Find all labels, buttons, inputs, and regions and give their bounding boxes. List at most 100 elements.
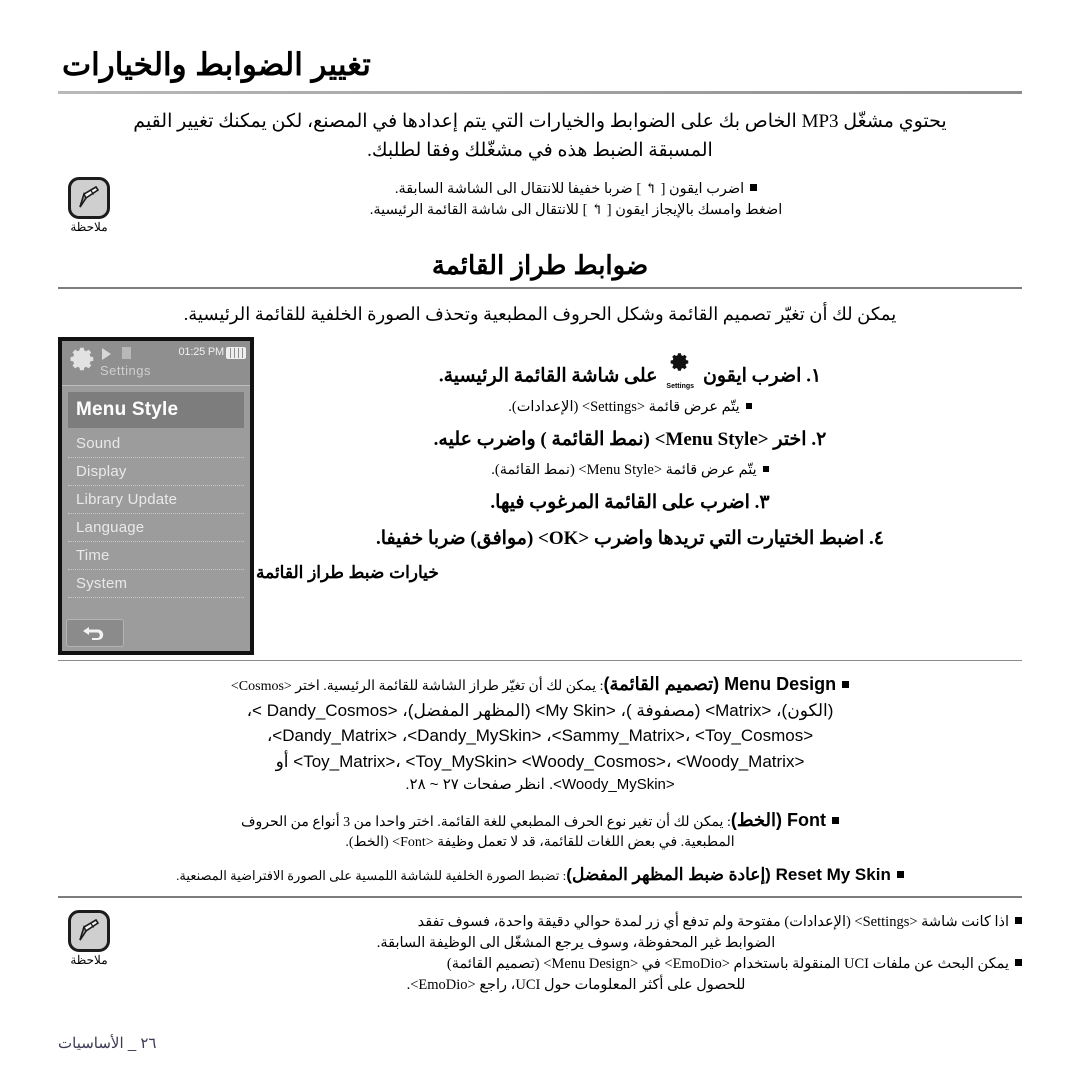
step-2-number: ٢. (811, 428, 827, 450)
section-heading-menu-style: ضوابط طراز القائمة (431, 250, 649, 281)
manual-page: تغيير الضوابط والخيارات يحتوي مشغّل MP3 … (0, 0, 1080, 1080)
note-pencil-icon (68, 910, 110, 952)
step-2-text: اختر <Menu Style> (نمط القائمة ) واضرب ع… (433, 428, 807, 450)
note-bottom-badge-label: ملاحظة (70, 953, 108, 967)
footer-separator: _ (127, 1035, 137, 1052)
note-bottom-lines: اذا كانت شاشة <Settings> (الإعدادات) مفت… (130, 908, 1022, 996)
bullet-icon (1015, 959, 1022, 967)
option-reset-my-skin-desc: : تضبط الصورة الخلفية للشاشة اللمسية على… (176, 868, 567, 884)
step-3-text: اضرب على القائمة المرغوب فيها. (490, 491, 750, 513)
step-2-substep-text: يتّم عرض قائمة <Menu Style> (نمط القائمة… (491, 461, 757, 478)
device-menu-item-time[interactable]: Time (68, 542, 244, 571)
steps-and-screenshot: ١. اضرب ايقون Settings على شاشة القائمة … (58, 335, 1022, 656)
note-bottom-line-3-text: يمكن البحث عن ملفات UCI المنقولة باستخدا… (446, 956, 1009, 973)
option-font-desc-2: المطبعية. في بعض اللغات للقائمة، قد لا ت… (345, 835, 735, 851)
step-1-number: ١. (806, 366, 822, 388)
device-status-bar: 01:25 PM Settings (62, 341, 250, 387)
note-bottom-line-1-text: اذا كانت شاشة <Settings> (الإعدادات) مفت… (417, 914, 1009, 930)
note-bottom-badge: ملاحظة (58, 908, 120, 967)
device-menu-item-system[interactable]: System (68, 570, 244, 599)
options-divider (58, 660, 1022, 662)
options-heading: خيارات ضبط طراز القائمة (256, 563, 439, 583)
step-3: ٣. اضرب على القائمة المرغوب فيها. (254, 490, 1006, 517)
bottom-divider (58, 896, 1022, 898)
menu-design-theme-line-3: <Toy_Matrix>، <Toy_MySkin> <Woody_Cosmos… (275, 751, 805, 771)
step-4: ٤. اضبط الختيارت التي تريدها واضرب <OK> … (254, 526, 1006, 553)
pencil-glyph (79, 918, 100, 941)
page-footer: ٢٦ _ الأساسيات (58, 1034, 156, 1052)
intro-line-2: المسبقة الضبط هذه في مشغّلك وفقا لطلبك. (367, 139, 713, 161)
bullet-icon (832, 816, 840, 824)
note-bottom-line-3: يمكن البحث عن ملفات UCI المنقولة باستخدا… (130, 954, 1022, 975)
step-4-number: ٤. (869, 528, 884, 550)
bullet-icon (1015, 917, 1022, 924)
note-top-badge: ملاحظة (58, 175, 120, 234)
menu-design-theme-line-1: (الكون)، <Matrix> (مصفوفة )، <My Skin> (… (246, 700, 834, 720)
step-3-number: ٣. (754, 491, 770, 513)
gear-glyph (670, 353, 689, 372)
option-reset-my-skin-label: Reset My Skin (إعادة ضبط المظهر المفضل) (566, 865, 891, 885)
step-1-substep-text: يتّم عرض قائمة <Settings> (الإعدادات). (508, 398, 740, 415)
option-menu-design: Menu Design (تصميم القائمة): يمكن لك أن … (58, 671, 1022, 796)
step-2: ٢. اختر <Menu Style> (نمط القائمة ) واضر… (254, 427, 1006, 454)
footer-page-number: ٢٦ (140, 1035, 157, 1052)
step-1-substep: يتّم عرض قائمة <Settings> (الإعدادات). (254, 397, 1006, 417)
step-4-text: اضبط الختيارت التي تريدها واضرب <OK> (مو… (375, 528, 865, 550)
option-menu-design-label: Menu Design (تصميم القائمة) (603, 674, 837, 695)
option-menu-design-desc: : يمكن لك أن تغيّر طراز الشاشة للقائمة ا… (230, 679, 604, 695)
note-bottom-line-4: للحصول على أكثر المعلومات حول UCI، راجع … (406, 977, 746, 994)
device-menu-item-display[interactable]: Display (68, 458, 244, 487)
pencil-glyph (79, 186, 100, 208)
note-bottom: اذا كانت شاشة <Settings> (الإعدادات) مفت… (58, 908, 1022, 996)
option-font: Font (الخط): يمكن لك أن تغير نوع الحرف ا… (58, 807, 1022, 854)
intro-paragraph: يحتوي مشغّل MP3 الخاص بك على الضوابط وال… (58, 108, 1022, 165)
gear-icon (70, 348, 94, 371)
device-menu-item-menu-style[interactable]: Menu Style (68, 392, 244, 429)
note-bottom-line-2: الضوابط غير المحفوظة، وسوف يرجع المشغّل … (376, 935, 776, 952)
menu-design-theme-line-2: <Dandy_Matrix> ،<Dandy_MySkin> ،<Sammy_M… (266, 726, 814, 746)
menu-design-theme-line-4: <Woody_MySkin>. انظر صفحات ٢٧ ~ ٢٨. (405, 776, 675, 794)
bullet-icon (745, 402, 752, 409)
steps-list: ١. اضرب ايقون Settings على شاشة القائمة … (254, 335, 1022, 583)
title-divider (58, 91, 1022, 95)
bullet-icon (762, 465, 769, 472)
step-1-text-after: على شاشة القائمة الرئيسية. (438, 366, 658, 388)
gear-icon-caption: Settings (666, 383, 695, 391)
step-1-text-before: اضرب ايقون (702, 366, 802, 388)
device-time: 01:25 PM (178, 346, 225, 359)
note-top-line-1-text: اضرب ايقون [ ↰ ] ضربا خفيفا للانتقال الى… (394, 181, 745, 198)
battery-icon (226, 347, 246, 360)
intro-line-1: يحتوي مشغّل MP3 الخاص بك على الضوابط وال… (133, 111, 947, 133)
section-intro: يمكن لك أن تغيّر تصميم القائمة وشكل الحر… (183, 304, 897, 325)
note-top-line-2: اضغط وامسك بالإيجاز ايقون [ ↰ ] للانتقال… (130, 200, 1022, 221)
device-screenshot: 01:25 PM Settings Menu Style Sound Displ… (58, 337, 254, 656)
bullet-icon (842, 681, 850, 689)
note-bottom-line-1: اذا كانت شاشة <Settings> (الإعدادات) مفت… (130, 912, 1022, 933)
bullet-icon (750, 184, 758, 192)
back-arrow-glyph (83, 627, 104, 641)
note-pencil-icon (68, 177, 110, 220)
device-menu-list: Menu Style Sound Display Library Update … (62, 386, 250, 599)
option-reset-my-skin: Reset My Skin (إعادة ضبط المظهر المفضل):… (58, 863, 1022, 888)
device-screen-title: Settings (100, 363, 151, 379)
note-top-lines: اضرب ايقون [ ↰ ] ضربا خفيفا للانتقال الى… (130, 175, 1022, 221)
option-font-desc-1: : يمكن لك أن تغير نوع الحرف المطبعي للغة… (240, 814, 731, 830)
device-menu-item-sound[interactable]: Sound (68, 430, 244, 459)
device-menu-item-language[interactable]: Language (68, 514, 244, 543)
note-top-line-2-text: اضغط وامسك بالإيجاز ايقون [ ↰ ] للانتقال… (369, 202, 783, 219)
device-menu-item-library-update[interactable]: Library Update (68, 486, 244, 515)
note-top: اضرب ايقون [ ↰ ] ضربا خفيفا للانتقال الى… (58, 175, 1022, 234)
usb-icon (122, 347, 131, 360)
settings-gear-icon: Settings (665, 351, 695, 390)
note-top-line-1: اضرب ايقون [ ↰ ] ضربا خفيفا للانتقال الى… (130, 179, 1022, 200)
option-font-label: Font (الخط) (730, 809, 827, 830)
step-1: ١. اضرب ايقون Settings على شاشة القائمة … (254, 351, 1006, 390)
bullet-icon (896, 871, 904, 879)
page-title: تغيير الضوابط والخيارات (62, 47, 371, 82)
step-2-substep: يتّم عرض قائمة <Menu Style> (نمط القائمة… (254, 460, 1006, 480)
footer-section-name: الأساسيات (58, 1035, 124, 1052)
section-divider (58, 287, 1022, 290)
note-top-badge-label: ملاحظة (70, 220, 108, 235)
back-arrow-icon[interactable] (66, 619, 124, 648)
play-icon (102, 348, 111, 361)
